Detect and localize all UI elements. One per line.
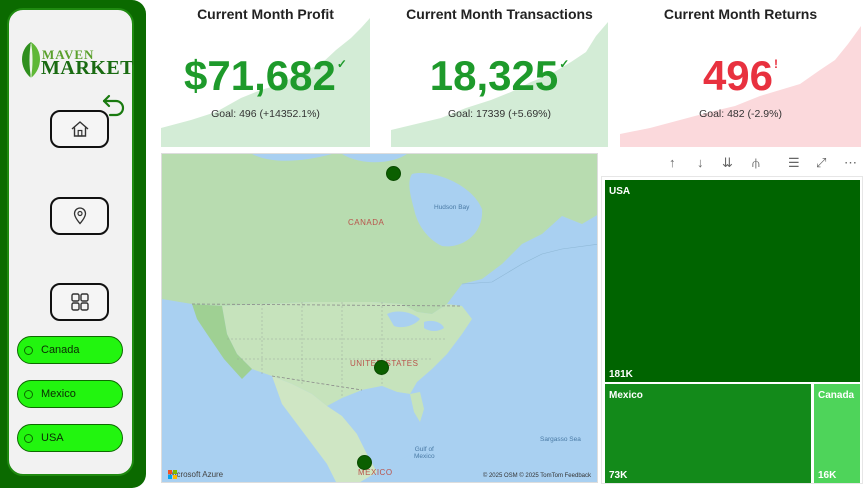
kpi-goal: Goal: 496 (+14352.1%) <box>211 108 320 120</box>
map-visual[interactable]: CANADA UNITED STATES MEXICO Hudson Bay G… <box>161 153 598 483</box>
tile-name: Canada <box>818 390 855 401</box>
check-icon: ✓ <box>559 57 570 71</box>
kpi-goal: Goal: 482 (-2.9%) <box>699 108 782 120</box>
country-label: USA <box>41 432 64 444</box>
map-landmass <box>162 154 597 482</box>
nav-home-button[interactable] <box>50 110 109 148</box>
country-slicer-mexico[interactable]: Mexico <box>17 380 123 408</box>
sidebar: MAVEN MARKET Canada Mexico USA <box>0 0 146 488</box>
country-slicer-canada[interactable]: Canada <box>17 336 123 364</box>
kpi-title: Current Month Transactions <box>406 6 593 22</box>
treemap-tile-mexico[interactable]: Mexico 73K <box>605 384 811 483</box>
country-slicer-usa[interactable]: USA <box>17 424 123 452</box>
home-icon <box>71 121 88 137</box>
treemap-tile-usa[interactable]: USA 181K <box>605 180 860 382</box>
treemap-visual[interactable]: USA 181K Mexico 73K Canada 16K <box>601 176 863 484</box>
country-label: Canada <box>41 344 80 356</box>
kpi-card-profit[interactable]: Current Month Profit $71,682✓ Goal: 496 … <box>161 0 370 147</box>
tile-value: 73K <box>609 470 628 481</box>
tile-value: 16K <box>818 470 837 481</box>
location-pin-icon <box>73 207 86 225</box>
alert-icon: ! <box>774 57 779 71</box>
kpi-card-transactions[interactable]: Current Month Transactions 18,325✓ Goal:… <box>391 0 608 147</box>
map-sea-gulf-of-mexico: Gulf of Mexico <box>414 446 435 460</box>
radio-dot-icon <box>24 433 33 443</box>
more-options-icon[interactable]: ⋯ <box>844 155 857 171</box>
map-sea-sargasso: Sargasso Sea <box>540 436 581 443</box>
kpi-value: 18,325✓ <box>429 52 570 99</box>
grid-icon <box>70 293 89 311</box>
logo-text-bottom: MARKET <box>41 57 134 79</box>
nav-grid-button[interactable] <box>50 283 109 321</box>
radio-dot-icon <box>24 345 33 355</box>
treemap-tile-canada[interactable]: Canada 16K <box>814 384 860 483</box>
microsoft-logo-icon <box>168 470 177 479</box>
kpi-goal: Goal: 17339 (+5.69%) <box>447 108 552 120</box>
kpi-card-returns[interactable]: Current Month Returns 496! Goal: 482 (-2… <box>620 0 861 147</box>
map-bubble-canada[interactable] <box>386 166 401 181</box>
double-arrow-down-icon[interactable]: ⇊ <box>722 155 733 171</box>
kpi-title: Current Month Returns <box>663 6 818 22</box>
arrow-down-icon[interactable]: ↓ <box>697 155 704 171</box>
sidebar-panel: MAVEN MARKET Canada Mexico USA <box>7 8 134 476</box>
arrow-up-icon[interactable]: ↑ <box>669 155 676 171</box>
map-brand: Microsoft Azure <box>168 470 223 479</box>
radio-dot-icon <box>24 389 33 399</box>
focus-mode-icon[interactable]: ⤢ <box>816 155 826 171</box>
map-bubble-usa[interactable] <box>374 360 389 375</box>
filter-icon[interactable]: ☰ <box>788 155 800 171</box>
map-bubble-mexico[interactable] <box>357 455 372 470</box>
kpi-title: Current Month Profit <box>197 6 334 22</box>
check-icon: ✓ <box>336 57 347 71</box>
expand-hierarchy-icon[interactable]: ⫛ <box>752 155 760 171</box>
map-label-canada: CANADA <box>348 218 385 227</box>
kpi-value: 496! <box>702 52 779 99</box>
tile-name: USA <box>609 186 631 197</box>
map-attribution[interactable]: © 2025 OSM © 2025 TomTom Feedback <box>483 473 591 479</box>
kpi-value: $71,682✓ <box>184 52 347 99</box>
map-sea-hudson-bay: Hudson Bay <box>434 204 470 211</box>
tile-name: Mexico <box>609 390 643 401</box>
country-label: Mexico <box>41 388 76 400</box>
tile-value: 181K <box>609 369 633 380</box>
nav-map-button[interactable] <box>50 197 109 235</box>
